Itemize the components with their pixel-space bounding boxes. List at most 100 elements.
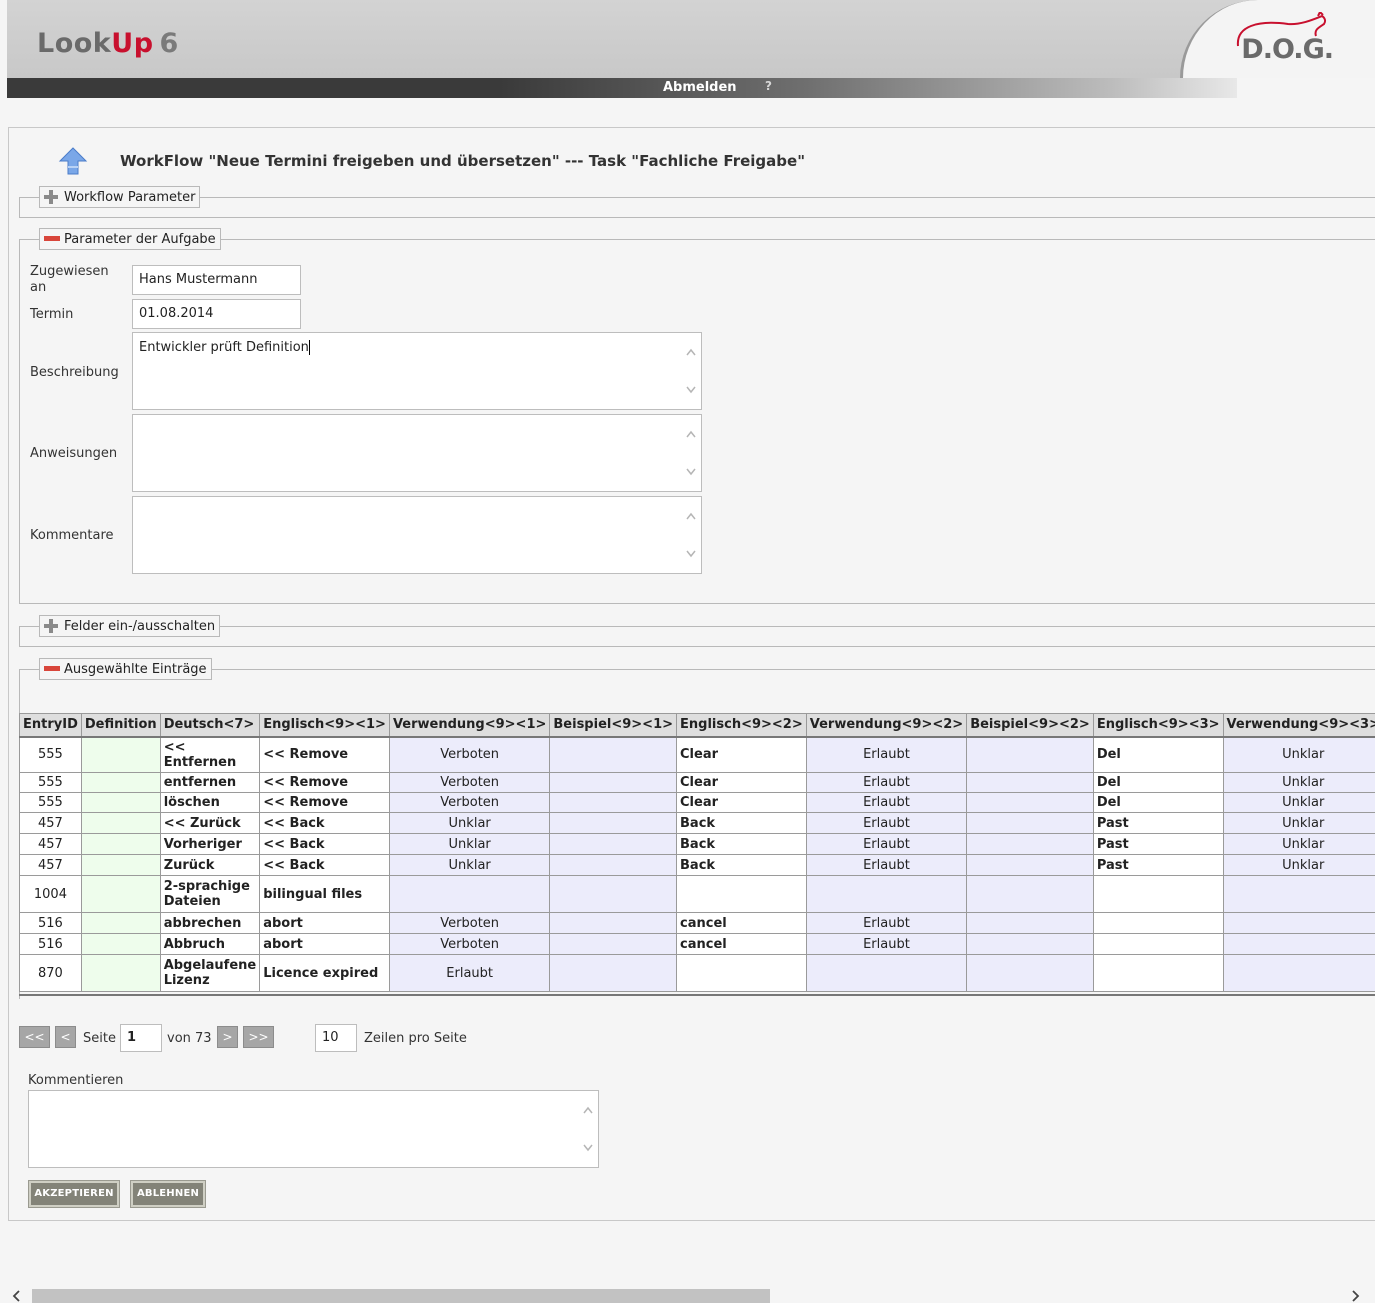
help-icon[interactable]: ? bbox=[765, 79, 772, 93]
description-textarea[interactable]: Entwickler prüft Definition bbox=[132, 332, 702, 410]
table-cell: Erlaubt bbox=[805, 854, 968, 876]
table-cell bbox=[966, 736, 1094, 773]
table-row[interactable]: 870 Abgelaufene Lizenz Licence expired Erla… bbox=[19, 954, 1375, 992]
table-row[interactable]: 555 löschen << Remove Verboten Clear Erlaubt D… bbox=[19, 792, 1375, 813]
table-cell bbox=[966, 954, 1094, 992]
back-arrow-icon[interactable] bbox=[56, 144, 90, 178]
instructions-textarea[interactable] bbox=[132, 414, 702, 492]
column-header[interactable]: Verwendung<9><2> bbox=[805, 713, 968, 738]
workflow-params-toggle[interactable]: Workflow Parameter bbox=[39, 186, 201, 208]
collapse-icon bbox=[44, 232, 60, 246]
table-cell bbox=[388, 875, 551, 913]
table-cell bbox=[1222, 933, 1375, 955]
page-number-input[interactable]: 1 bbox=[120, 1024, 162, 1052]
scroll-down-icon[interactable] bbox=[582, 1143, 594, 1153]
accept-button[interactable]: AKZEPTIEREN bbox=[28, 1180, 120, 1208]
table-cell: << Entfernen bbox=[159, 736, 261, 773]
scroll-up-icon[interactable] bbox=[685, 347, 697, 357]
column-header[interactable]: Beispiel<9><1> bbox=[549, 713, 678, 738]
page-title: WorkFlow "Neue Termini freigeben und übe… bbox=[120, 152, 806, 170]
scroll-down-icon[interactable] bbox=[685, 549, 697, 559]
table-cell bbox=[80, 875, 161, 913]
table-cell: Verboten bbox=[388, 772, 551, 793]
comments-label: Kommentare bbox=[30, 528, 114, 543]
last-page-button[interactable]: >> bbox=[243, 1026, 274, 1048]
table-cell bbox=[805, 875, 968, 913]
table-cell: Clear bbox=[676, 736, 807, 773]
table-cell bbox=[966, 854, 1094, 876]
table-cell: Unklar bbox=[388, 854, 551, 876]
table-cell bbox=[549, 792, 678, 813]
rows-per-page-input[interactable]: 10 bbox=[315, 1024, 357, 1052]
scroll-down-icon[interactable] bbox=[685, 385, 697, 395]
table-cell bbox=[676, 954, 807, 992]
column-header[interactable]: Englisch<9><3> bbox=[1092, 713, 1224, 738]
selected-entries-toggle[interactable]: Ausgewählte Einträge bbox=[39, 658, 212, 680]
table-cell: abort bbox=[259, 912, 390, 934]
table-cell: << Back bbox=[259, 812, 390, 834]
comment-textarea[interactable] bbox=[28, 1090, 599, 1168]
table-row[interactable]: 516 Abbruch abort Verboten cancel Erlaubt bbox=[19, 933, 1375, 955]
next-page-button[interactable]: > bbox=[217, 1026, 238, 1048]
scroll-left-icon[interactable] bbox=[12, 1290, 22, 1302]
table-cell bbox=[549, 854, 678, 876]
column-header[interactable]: Deutsch<7> bbox=[159, 713, 261, 738]
comment-label: Kommentieren bbox=[28, 1073, 124, 1088]
table-cell: 555 bbox=[19, 736, 82, 773]
table-row[interactable]: 555 << Entfernen << Remove Verboten Clear Erl… bbox=[19, 736, 1375, 773]
table-cell: Unklar bbox=[1222, 833, 1375, 855]
table-cell: Clear bbox=[676, 772, 807, 793]
column-header[interactable]: Verwendung<9><3> bbox=[1222, 713, 1375, 738]
expand-icon bbox=[44, 619, 58, 633]
table-cell: << Back bbox=[259, 833, 390, 855]
expand-icon bbox=[44, 190, 58, 204]
column-header[interactable]: Englisch<9><1> bbox=[259, 713, 390, 738]
fields-toggle[interactable]: Felder ein-/ausschalten bbox=[39, 615, 221, 637]
task-params-toggle[interactable]: Parameter der Aufgabe bbox=[39, 228, 221, 250]
column-header[interactable]: EntryID bbox=[19, 713, 82, 738]
scroll-up-icon[interactable] bbox=[685, 429, 697, 439]
table-row[interactable]: 457 Vorheriger << Back Unklar Back Erlaubt Pas… bbox=[19, 833, 1375, 855]
scrollbar-thumb[interactable] bbox=[32, 1289, 770, 1303]
table-row[interactable]: 555 entfernen << Remove Verboten Clear Erlaub… bbox=[19, 772, 1375, 793]
horizontal-scrollbar[interactable] bbox=[0, 1287, 1375, 1303]
table-cell: Vorheriger bbox=[159, 833, 261, 855]
logout-link[interactable]: Abmelden bbox=[663, 80, 737, 95]
table-cell bbox=[1222, 954, 1375, 992]
scroll-right-icon[interactable] bbox=[1350, 1290, 1360, 1302]
table-cell bbox=[549, 933, 678, 955]
column-header[interactable]: Englisch<9><2> bbox=[676, 713, 807, 738]
table-cell bbox=[80, 933, 161, 955]
table-header-row: EntryID Definition Deutsch<7> Englisch<9><1… bbox=[19, 713, 1375, 738]
assigned-field[interactable]: Hans Mustermann bbox=[132, 265, 301, 295]
table-cell bbox=[966, 833, 1094, 855]
entries-grid: EntryID Definition Deutsch<7> Englisch<9><1… bbox=[19, 713, 1375, 996]
prev-page-button[interactable]: < bbox=[55, 1026, 76, 1048]
table-cell: Past bbox=[1092, 812, 1224, 834]
entries-table: EntryID Definition Deutsch<7> Englisch<9><1… bbox=[19, 713, 1375, 992]
scroll-up-icon[interactable] bbox=[582, 1105, 594, 1115]
table-cell: << Remove bbox=[259, 736, 390, 773]
table-row[interactable]: 457 Zurück << Back Unklar Back Erlaubt Past Unk… bbox=[19, 854, 1375, 876]
table-row[interactable]: 516 abbrechen abort Verboten cancel Erlaubt bbox=[19, 912, 1375, 934]
scroll-up-icon[interactable] bbox=[685, 511, 697, 521]
table-cell: Unklar bbox=[1222, 792, 1375, 813]
table-row[interactable]: 1004 2-sprachige Dateien bilingual files bbox=[19, 875, 1375, 913]
table-cell bbox=[80, 954, 161, 992]
first-page-button[interactable]: << bbox=[19, 1026, 50, 1048]
comments-textarea[interactable] bbox=[132, 496, 702, 574]
table-cell bbox=[549, 833, 678, 855]
table-cell bbox=[80, 792, 161, 813]
table-cell: cancel bbox=[676, 933, 807, 955]
column-header[interactable]: Verwendung<9><1> bbox=[388, 713, 551, 738]
scroll-down-icon[interactable] bbox=[685, 467, 697, 477]
reject-button[interactable]: ABLEHNEN bbox=[130, 1180, 206, 1208]
table-row[interactable]: 457 << Zurück << Back Unklar Back Erlaubt Past… bbox=[19, 812, 1375, 834]
column-header[interactable]: Definition bbox=[80, 713, 161, 738]
instructions-label: Anweisungen bbox=[30, 446, 118, 461]
table-cell: 457 bbox=[19, 854, 82, 876]
table-cell: Erlaubt bbox=[805, 772, 968, 793]
table-cell: Clear bbox=[676, 792, 807, 813]
due-date-field[interactable]: 01.08.2014 bbox=[132, 299, 301, 329]
column-header[interactable]: Beispiel<9><2> bbox=[966, 713, 1094, 738]
